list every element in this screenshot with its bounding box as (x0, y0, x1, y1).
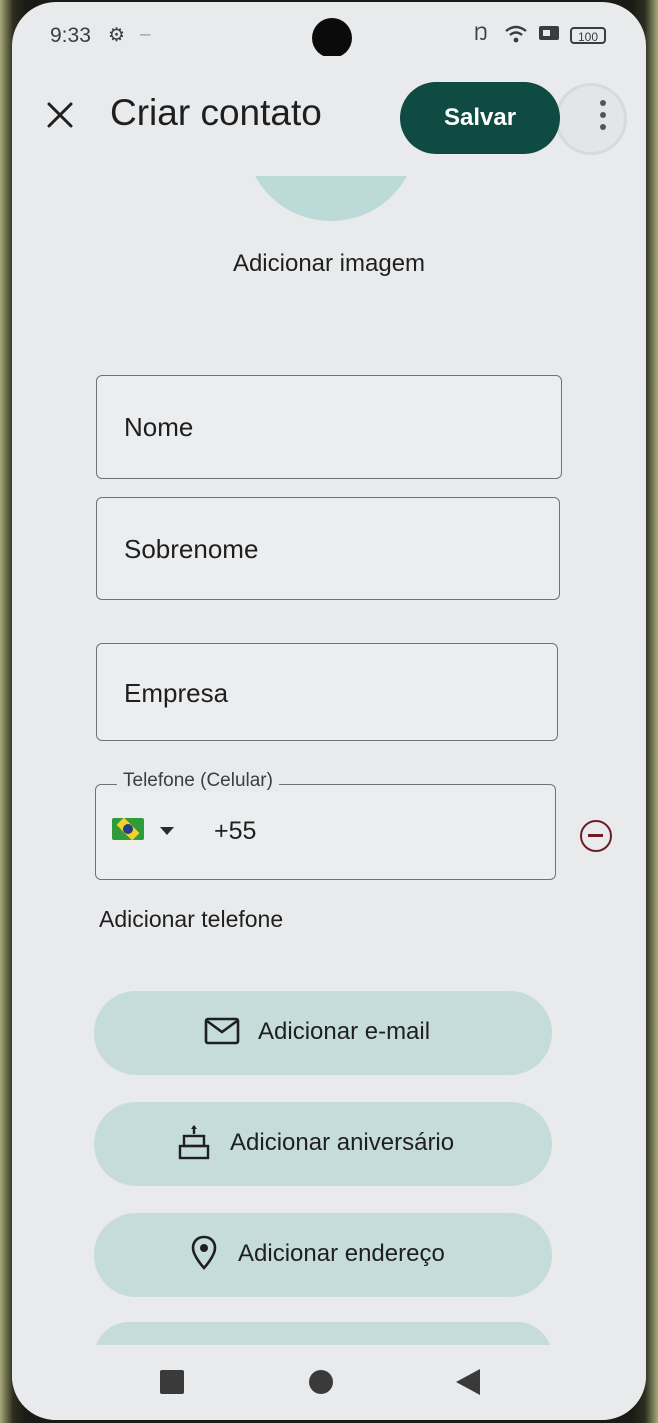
remove-phone-button[interactable] (580, 820, 612, 852)
last-name-field[interactable]: Sobrenome (96, 497, 560, 600)
close-button[interactable] (40, 95, 80, 135)
dropdown-caret-icon (160, 827, 174, 835)
first-name-placeholder: Nome (124, 412, 194, 442)
cake-icon (178, 1124, 210, 1167)
add-image-link[interactable]: Adicionar imagem (12, 250, 646, 278)
phone-country-code[interactable]: +55 (214, 817, 256, 846)
page-title: Criar contato (110, 92, 322, 133)
location-pin-icon (190, 1235, 218, 1278)
status-time: 9:33 (50, 24, 91, 47)
add-address-label: Adicionar endereço (238, 1240, 445, 1267)
battery-indicator: 100 (570, 27, 606, 44)
add-phone-link[interactable]: Adicionar telefone (99, 906, 283, 933)
add-email-button[interactable]: Adicionar e-mail (94, 991, 552, 1075)
add-birthday-button[interactable]: Adicionar aniversário (94, 1102, 552, 1186)
close-icon (47, 102, 73, 128)
home-nav-button[interactable] (309, 1370, 333, 1394)
first-name-field[interactable]: Nome (96, 375, 562, 479)
mail-icon (204, 1017, 240, 1052)
more-vert-icon (598, 100, 608, 136)
last-name-placeholder: Sobrenome (124, 534, 259, 564)
screen-record-icon (538, 24, 560, 48)
add-birthday-label: Adicionar aniversário (230, 1129, 455, 1156)
company-placeholder: Empresa (124, 678, 229, 708)
country-selector[interactable] (96, 785, 186, 881)
minus-status-icon: – (140, 24, 151, 45)
phone-field[interactable]: Telefone (Celular) +55 (95, 770, 556, 881)
recents-nav-button[interactable] (160, 1370, 184, 1394)
screen: 9:33 ⚙ – Ŋ 100 Criar contato Salvar Adic… (12, 2, 646, 1420)
save-button[interactable]: Salvar (400, 82, 560, 154)
back-nav-button[interactable] (456, 1369, 480, 1395)
nfc-icon: Ŋ (474, 24, 488, 45)
add-email-label: Adicionar e-mail (258, 1018, 431, 1045)
wifi-icon (504, 24, 528, 50)
company-field[interactable]: Empresa (96, 643, 558, 741)
settings-status-icon: ⚙ (108, 25, 126, 46)
more-options-button[interactable] (558, 86, 624, 152)
front-camera (312, 18, 352, 58)
add-address-button[interactable]: Adicionar endereço (94, 1213, 552, 1297)
brazil-flag-icon (112, 818, 144, 840)
